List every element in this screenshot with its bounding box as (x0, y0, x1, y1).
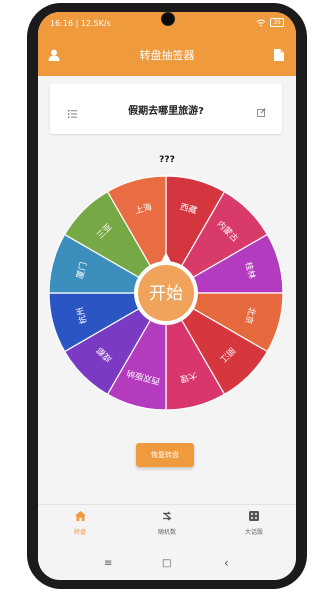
bottom-tab-bar: 转盘 随机数 大话骰 (38, 504, 296, 551)
status-icons: 35 (256, 18, 284, 27)
tab-wheel[interactable]: 转盘 (50, 511, 110, 536)
app-screen: 16:16 | 12.5K/s 35 转盘抽签器 假期去哪里旅游? ??? 西藏… (38, 12, 296, 580)
topic-card: 假期去哪里旅游? (50, 84, 282, 134)
battery-icon: 35 (270, 18, 284, 27)
dice-icon (249, 511, 259, 521)
app-bar: 转盘抽签器 (38, 36, 296, 76)
menu-nav-icon[interactable]: ≡ (104, 558, 112, 569)
spin-wheel[interactable]: 西藏内蒙古桂林北京丽江大理西双版纳成都杭州厦门三亚上海开始 (48, 175, 284, 411)
tab-random-number-label: 随机数 (157, 529, 176, 536)
document-icon[interactable] (274, 46, 284, 65)
back-nav-icon[interactable]: ‹ (224, 556, 229, 570)
tab-random-number[interactable]: 随机数 (137, 511, 197, 536)
status-time: 16:16 | 12.5K/s (50, 19, 111, 28)
camera-notch (161, 12, 175, 26)
restore-wheel-button[interactable]: 恢复转盘 (136, 443, 194, 467)
start-button-label[interactable]: 开始 (149, 284, 183, 304)
tab-wheel-label: 转盘 (73, 529, 86, 536)
list-icon[interactable] (68, 103, 77, 122)
system-nav-bar: ≡ □ ‹ (38, 550, 296, 580)
edit-icon[interactable] (257, 102, 266, 121)
app-title: 转盘抽签器 (139, 49, 195, 62)
result-text: ??? (159, 155, 175, 165)
tab-liars-dice[interactable]: 大话骰 (224, 511, 284, 536)
home-icon (74, 511, 86, 521)
wifi-icon (257, 19, 266, 26)
topic-question: 假期去哪里旅游? (128, 106, 204, 117)
home-nav-icon[interactable]: □ (162, 558, 171, 569)
shuffle-icon (162, 511, 171, 521)
tab-liars-dice-label: 大话骰 (244, 529, 263, 536)
